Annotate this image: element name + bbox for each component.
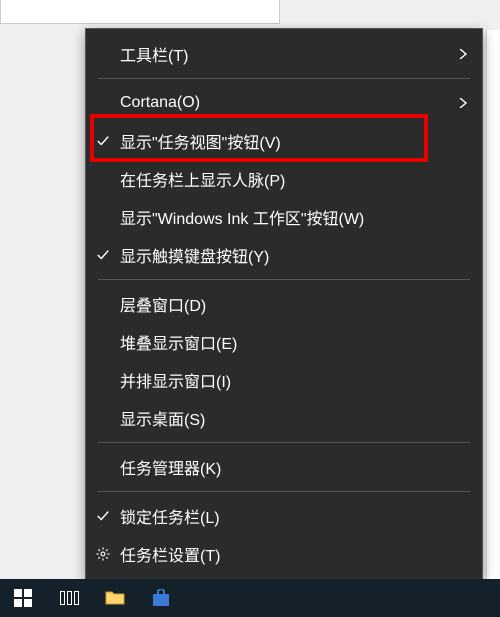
- menu-item[interactable]: 任务栏设置(T): [86, 535, 482, 573]
- menu-item-label: 任务栏设置(T): [120, 542, 450, 566]
- task-view-icon: [60, 591, 79, 605]
- menu-item-label: 显示触摸键盘按钮(Y): [120, 243, 450, 267]
- menu-item[interactable]: 层叠窗口(D): [86, 285, 482, 323]
- windows-icon: [14, 589, 32, 607]
- menu-separator: [98, 78, 470, 79]
- menu-separator: [98, 279, 470, 280]
- menu-item-label: Cortana(O): [120, 94, 450, 112]
- menu-item[interactable]: 堆叠显示窗口(E): [86, 323, 482, 361]
- menu-item-label: 在任务栏上显示人脉(P): [120, 167, 450, 191]
- menu-item-label: 锁定任务栏(L): [120, 504, 450, 528]
- gear-icon: [86, 547, 120, 561]
- menu-item-label: 并排显示窗口(I): [120, 368, 450, 392]
- menu-item[interactable]: 锁定任务栏(L): [86, 497, 482, 535]
- taskbar-app-2[interactable]: [138, 579, 184, 617]
- menu-item[interactable]: 任务管理器(K): [86, 448, 482, 486]
- menu-item-label: 显示"任务视图"按钮(V): [120, 129, 450, 153]
- menu-separator: [98, 491, 470, 492]
- menu-item-label: 显示桌面(S): [120, 406, 450, 430]
- menu-item[interactable]: Cortana(O): [86, 84, 482, 122]
- menu-separator: [98, 442, 470, 443]
- taskbar-context-menu: 工具栏(T) Cortana(O) 显示"任务视图"按钮(V) 在任务栏上显示人脉(P…: [85, 28, 483, 580]
- menu-item[interactable]: 在任务栏上显示人脉(P): [86, 160, 482, 198]
- menu-item-label: 层叠窗口(D): [120, 292, 450, 316]
- menu-item[interactable]: 显示"Windows Ink 工作区"按钮(W): [86, 198, 482, 236]
- chevron-right-icon: [450, 49, 468, 59]
- background-window-fragment: [0, 0, 280, 24]
- chevron-right-icon: [450, 98, 468, 108]
- start-button[interactable]: [0, 579, 46, 617]
- menu-item[interactable]: 工具栏(T): [86, 35, 482, 73]
- taskbar[interactable]: [0, 579, 500, 617]
- taskbar-app-1[interactable]: [92, 579, 138, 617]
- menu-item[interactable]: 显示触摸键盘按钮(Y): [86, 236, 482, 274]
- task-view-button[interactable]: [46, 579, 92, 617]
- check-icon: [86, 509, 120, 523]
- check-icon: [86, 248, 120, 262]
- menu-item-label: 堆叠显示窗口(E): [120, 330, 450, 354]
- menu-item-label: 工具栏(T): [120, 42, 450, 66]
- check-icon: [86, 134, 120, 148]
- background-edge: [486, 30, 500, 580]
- menu-item[interactable]: 显示"任务视图"按钮(V): [86, 122, 482, 160]
- menu-item[interactable]: 并排显示窗口(I): [86, 361, 482, 399]
- menu-item-label: 任务管理器(K): [120, 455, 450, 479]
- folder-icon: [105, 590, 125, 606]
- menu-item[interactable]: 显示桌面(S): [86, 399, 482, 437]
- menu-item-label: 显示"Windows Ink 工作区"按钮(W): [120, 205, 450, 229]
- store-icon: [152, 589, 170, 607]
